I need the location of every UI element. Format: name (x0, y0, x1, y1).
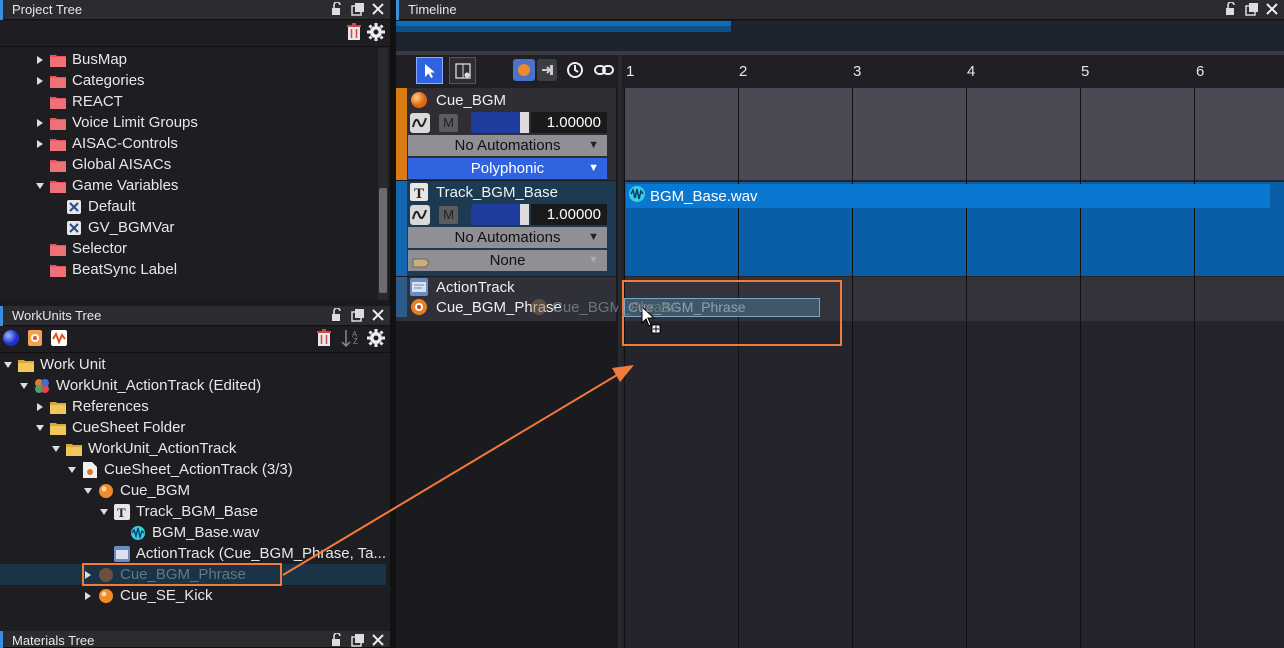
annotation-arrow (282, 365, 634, 576)
